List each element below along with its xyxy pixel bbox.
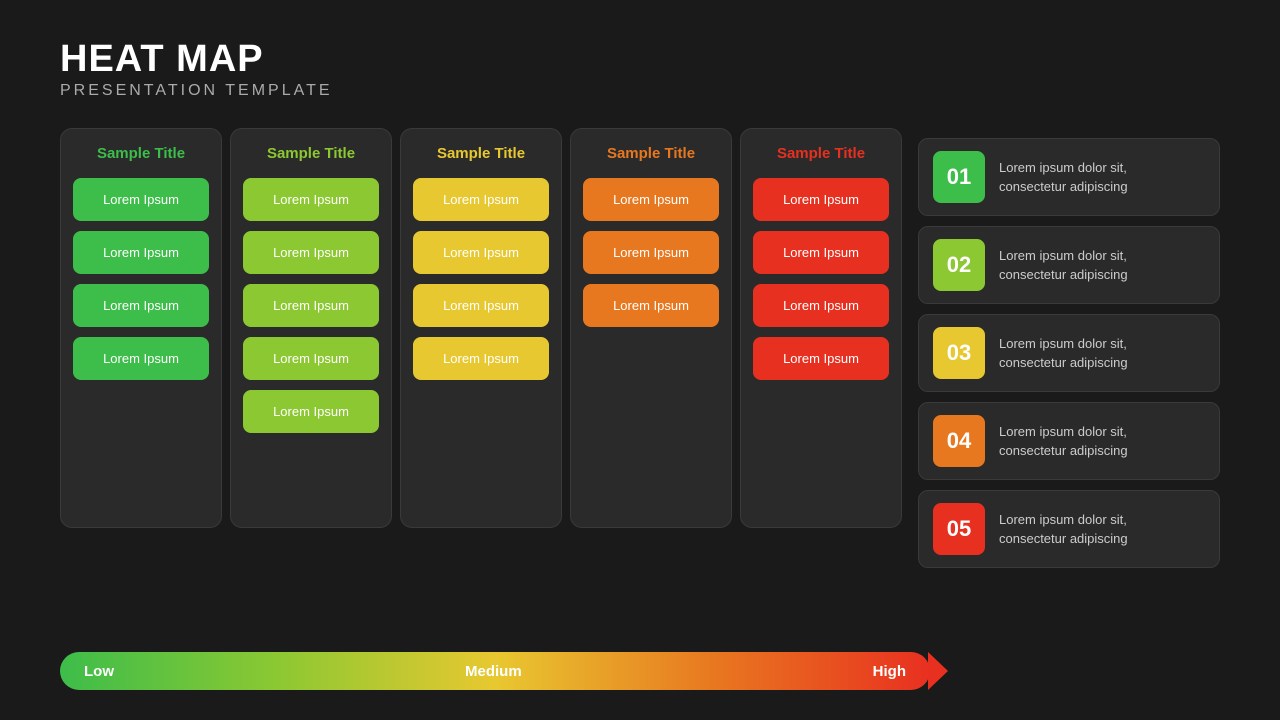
column-card-1: Sample Title Lorem Ipsum Lorem Ipsum Lorem …: [60, 128, 222, 528]
legend-badge-5: 05: [933, 503, 985, 555]
column-card-3: Sample Title Lorem Ipsum Lorem Ipsum Lorem …: [400, 128, 562, 528]
column-card-4: Sample Title Lorem Ipsum Lorem Ipsum Lorem …: [570, 128, 732, 528]
column-1-item-4[interactable]: Lorem Ipsum: [73, 337, 209, 380]
column-title-5: Sample Title: [753, 145, 889, 162]
legend-text-4: Lorem ipsum dolor sit,consectetur adipis…: [999, 422, 1128, 461]
page: HEAT MAP PRESENTATION TEMPLATE Sample Ti…: [0, 0, 1280, 720]
legend-item-2: 02 Lorem ipsum dolor sit,consectetur adip…: [918, 226, 1220, 304]
column-1-item-2[interactable]: Lorem Ipsum: [73, 231, 209, 274]
legend-badge-1: 01: [933, 151, 985, 203]
column-card-2: Sample Title Lorem Ipsum Lorem Ipsum Lorem …: [230, 128, 392, 528]
scale-high: High: [873, 663, 906, 680]
columns-area: Sample Title Lorem Ipsum Lorem Ipsum Lorem …: [60, 128, 902, 528]
scale-bar-area: Low Medium High: [60, 652, 930, 690]
column-2-item-2[interactable]: Lorem Ipsum: [243, 231, 379, 274]
column-3-item-1[interactable]: Lorem Ipsum: [413, 178, 549, 221]
column-3-item-4[interactable]: Lorem Ipsum: [413, 337, 549, 380]
legend-badge-2: 02: [933, 239, 985, 291]
page-subtitle: PRESENTATION TEMPLATE: [60, 82, 1220, 100]
page-title: HEAT MAP: [60, 40, 1220, 78]
column-2-item-5[interactable]: Lorem Ipsum: [243, 390, 379, 433]
column-5-item-4[interactable]: Lorem Ipsum: [753, 337, 889, 380]
legend-text-3: Lorem ipsum dolor sit,consectetur adipis…: [999, 334, 1128, 373]
column-2-item-3[interactable]: Lorem Ipsum: [243, 284, 379, 327]
legend-badge-3: 03: [933, 327, 985, 379]
column-4-item-2[interactable]: Lorem Ipsum: [583, 231, 719, 274]
header: HEAT MAP PRESENTATION TEMPLATE: [60, 40, 1220, 100]
column-1-item-1[interactable]: Lorem Ipsum: [73, 178, 209, 221]
legend-item-4: 04 Lorem ipsum dolor sit,consectetur adip…: [918, 402, 1220, 480]
legend-area: 01 Lorem ipsum dolor sit,consectetur adip…: [918, 138, 1220, 568]
column-2-item-4[interactable]: Lorem Ipsum: [243, 337, 379, 380]
column-3-item-2[interactable]: Lorem Ipsum: [413, 231, 549, 274]
column-4-item-1[interactable]: Lorem Ipsum: [583, 178, 719, 221]
column-2-item-1[interactable]: Lorem Ipsum: [243, 178, 379, 221]
column-3-item-3[interactable]: Lorem Ipsum: [413, 284, 549, 327]
column-5-item-1[interactable]: Lorem Ipsum: [753, 178, 889, 221]
column-5-item-3[interactable]: Lorem Ipsum: [753, 284, 889, 327]
column-1-item-3[interactable]: Lorem Ipsum: [73, 284, 209, 327]
scale-low: Low: [84, 663, 114, 680]
legend-badge-4: 04: [933, 415, 985, 467]
column-title-2: Sample Title: [243, 145, 379, 162]
scale-bar: Low Medium High: [60, 652, 930, 690]
column-card-5: Sample Title Lorem Ipsum Lorem Ipsum Lorem …: [740, 128, 902, 528]
legend-item-1: 01 Lorem ipsum dolor sit,consectetur adip…: [918, 138, 1220, 216]
column-5-item-2[interactable]: Lorem Ipsum: [753, 231, 889, 274]
column-title-3: Sample Title: [413, 145, 549, 162]
legend-item-3: 03 Lorem ipsum dolor sit,consectetur adip…: [918, 314, 1220, 392]
main-content: Sample Title Lorem Ipsum Lorem Ipsum Lorem …: [60, 128, 1220, 568]
column-title-1: Sample Title: [73, 145, 209, 162]
scale-medium: Medium: [465, 663, 522, 680]
column-title-4: Sample Title: [583, 145, 719, 162]
column-4-item-3[interactable]: Lorem Ipsum: [583, 284, 719, 327]
legend-text-1: Lorem ipsum dolor sit,consectetur adipis…: [999, 158, 1128, 197]
legend-text-2: Lorem ipsum dolor sit,consectetur adipis…: [999, 246, 1128, 285]
legend-text-5: Lorem ipsum dolor sit,consectetur adipis…: [999, 510, 1128, 549]
legend-item-5: 05 Lorem ipsum dolor sit,consectetur adip…: [918, 490, 1220, 568]
